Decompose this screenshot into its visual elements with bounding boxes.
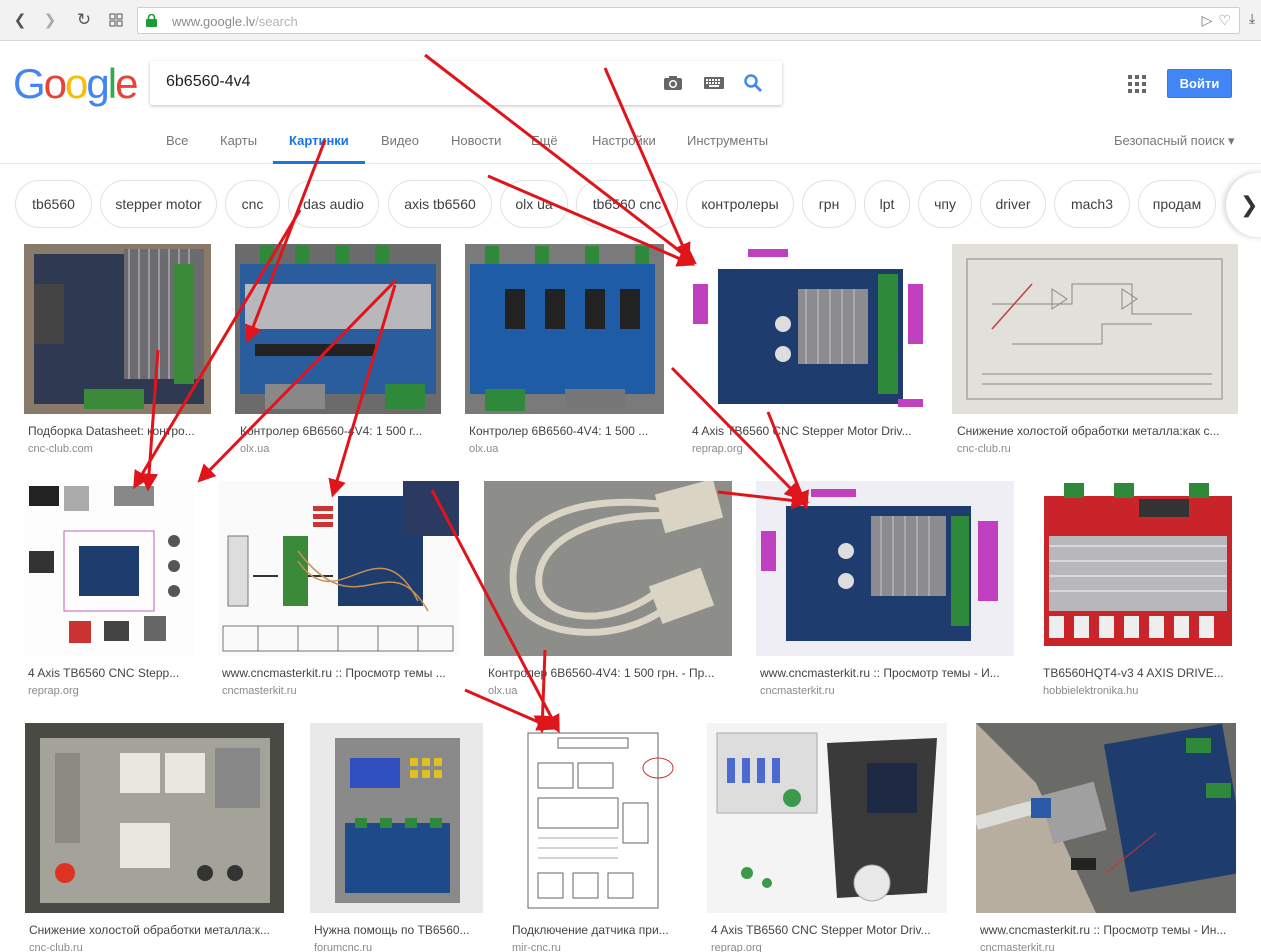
signin-button[interactable]: Войти bbox=[1167, 69, 1232, 98]
result-title[interactable]: Подборка Datasheet: контро... bbox=[28, 424, 208, 438]
result-thumbnail[interactable] bbox=[1039, 481, 1237, 656]
result-title[interactable]: www.cncmasterkit.ru :: Просмотр темы - И… bbox=[980, 923, 1234, 937]
result-source: cncmasterkit.ru bbox=[760, 685, 835, 697]
result-source: hobbielektronika.hu bbox=[1043, 685, 1139, 697]
search-box bbox=[150, 61, 782, 105]
chip[interactable]: tb6560 bbox=[15, 180, 92, 228]
url-text: www.google.lv/search bbox=[172, 14, 298, 29]
chip[interactable]: stepper motor bbox=[100, 180, 217, 228]
heart-icon[interactable]: ♡ bbox=[1218, 12, 1231, 29]
download-icon[interactable]: ⤓ bbox=[1249, 10, 1255, 27]
result-title[interactable]: Контролер 6В6560-4V4: 1 500 г... bbox=[240, 424, 440, 438]
chip[interactable]: das audio bbox=[288, 180, 379, 228]
chip[interactable]: продам bbox=[1138, 180, 1216, 228]
apps-grid-icon[interactable] bbox=[1128, 75, 1146, 93]
send-icon[interactable]: ▷ bbox=[1202, 12, 1213, 29]
chip[interactable]: чпу bbox=[918, 180, 972, 228]
address-bar[interactable]: www.google.lv/search ▷ ♡ bbox=[137, 7, 1240, 34]
browser-toolbar: ❮ ❯ ↻ www.google.lv/search ▷ ♡ ⤓ bbox=[0, 0, 1261, 41]
tab-news[interactable]: Новости bbox=[451, 133, 501, 148]
result-title[interactable]: Контролер 6В6560-4V4: 1 500 грн. - Пр... bbox=[488, 666, 728, 680]
chip[interactable]: tb6560 cnc bbox=[576, 180, 678, 228]
result-thumbnail[interactable] bbox=[508, 723, 681, 913]
logo-letter: o bbox=[65, 60, 88, 107]
result-source: olx.ua bbox=[488, 685, 518, 697]
forward-icon[interactable]: ❯ bbox=[38, 8, 62, 32]
result-title[interactable]: 4 Axis TB6560 CNC Stepper Motor Driv... bbox=[711, 923, 945, 937]
reload-icon[interactable]: ↻ bbox=[72, 8, 96, 32]
result-source: reprap.org bbox=[692, 443, 743, 455]
result-title[interactable]: www.cncmasterkit.ru :: Просмотр темы ... bbox=[222, 666, 457, 680]
annotation-arrow bbox=[533, 649, 552, 734]
logo-letter: o bbox=[43, 60, 67, 107]
chip[interactable]: olx ua bbox=[500, 180, 568, 228]
logo-letter: G bbox=[13, 60, 46, 107]
logo-letter: e bbox=[115, 60, 138, 107]
chip[interactable]: lpt bbox=[864, 180, 910, 228]
result-source: cnc-club.ru bbox=[957, 443, 1011, 455]
chip[interactable]: cnc bbox=[225, 180, 280, 228]
result-thumbnail[interactable] bbox=[484, 481, 732, 656]
search-input[interactable] bbox=[166, 73, 646, 91]
chip[interactable]: mach3 bbox=[1054, 180, 1130, 228]
logo-letter: g bbox=[86, 60, 109, 107]
result-thumbnail[interactable] bbox=[976, 723, 1236, 913]
result-source: olx.ua bbox=[469, 443, 499, 455]
result-source: reprap.org bbox=[28, 685, 79, 697]
chip[interactable]: driver bbox=[980, 180, 1046, 228]
chevron-right-icon[interactable]: ❯ bbox=[1226, 173, 1261, 237]
result-title[interactable]: 4 Axis TB6560 CNC Stepper Motor Driv... bbox=[692, 424, 927, 438]
result-thumbnail[interactable] bbox=[25, 723, 284, 913]
result-title[interactable]: Контролер 6В6560-4V4: 1 500 ... bbox=[469, 424, 659, 438]
result-source: reprap.org bbox=[711, 942, 762, 952]
tab-video[interactable]: Видео bbox=[381, 133, 419, 148]
result-thumbnail[interactable] bbox=[952, 244, 1238, 414]
chip[interactable]: грн bbox=[802, 180, 856, 228]
active-tab-indicator bbox=[273, 161, 365, 164]
result-thumbnail[interactable] bbox=[756, 481, 1014, 656]
tab-images[interactable]: Картинки bbox=[289, 133, 349, 148]
safe-search-toggle[interactable]: Безопасный поиск ▾ bbox=[1114, 133, 1235, 149]
result-source: mir-cnc.ru bbox=[512, 942, 561, 952]
logo-letter: l bbox=[107, 60, 117, 107]
result-title[interactable]: Нужна помощь по TB6560... bbox=[314, 923, 481, 937]
result-title[interactable]: Снижение холостой обработки металла:к... bbox=[29, 923, 282, 937]
result-thumbnail[interactable] bbox=[465, 244, 664, 414]
result-title[interactable]: Подключение датчика при... bbox=[512, 923, 679, 937]
result-title[interactable]: 4 Axis TB6560 CNC Stepp... bbox=[28, 666, 193, 680]
result-source: cncmasterkit.ru bbox=[980, 942, 1055, 952]
lock-icon bbox=[146, 14, 157, 27]
result-thumbnail[interactable] bbox=[218, 481, 459, 656]
back-icon[interactable]: ❮ bbox=[8, 8, 32, 32]
result-title[interactable]: www.cncmasterkit.ru :: Просмотр темы - И… bbox=[760, 666, 1012, 680]
tab-tools[interactable]: Инструменты bbox=[687, 133, 768, 148]
search-tabs: Все Карты Картинки Видео Новости Ещё Нас… bbox=[0, 128, 1261, 164]
result-thumbnail[interactable] bbox=[707, 723, 947, 913]
chip[interactable]: axis tb6560 bbox=[388, 180, 492, 228]
keyboard-icon[interactable] bbox=[702, 71, 726, 95]
result-thumbnail[interactable] bbox=[24, 481, 194, 656]
tabs-grid-icon[interactable] bbox=[104, 8, 128, 32]
result-thumbnail[interactable] bbox=[235, 244, 441, 414]
result-title[interactable]: TB6560HQT4-v3 4 AXIS DRIVE... bbox=[1043, 666, 1235, 680]
search-icon[interactable] bbox=[741, 71, 765, 95]
tab-all[interactable]: Все bbox=[166, 133, 188, 148]
screen: ❮ ❯ ↻ www.google.lv/search ▷ ♡ ⤓ Google bbox=[0, 0, 1261, 952]
result-source: olx.ua bbox=[240, 443, 270, 455]
result-thumbnail[interactable] bbox=[310, 723, 483, 913]
tab-settings[interactable]: Настройки bbox=[592, 133, 656, 148]
result-title[interactable]: Снижение холостой обработки металла:как … bbox=[957, 424, 1233, 438]
result-thumbnail[interactable] bbox=[24, 244, 211, 414]
google-logo[interactable]: Google bbox=[13, 60, 138, 108]
result-source: cnc-club.ru bbox=[29, 942, 83, 952]
tab-more[interactable]: Ещё bbox=[531, 133, 558, 148]
tab-maps[interactable]: Карты bbox=[220, 133, 257, 148]
result-source: cnc-club.com bbox=[28, 443, 93, 455]
result-thumbnail[interactable] bbox=[688, 244, 928, 414]
camera-icon[interactable] bbox=[661, 71, 685, 95]
result-source: forumcnc.ru bbox=[314, 942, 373, 952]
chip[interactable]: контролеры bbox=[686, 180, 794, 228]
result-source: cncmasterkit.ru bbox=[222, 685, 297, 697]
